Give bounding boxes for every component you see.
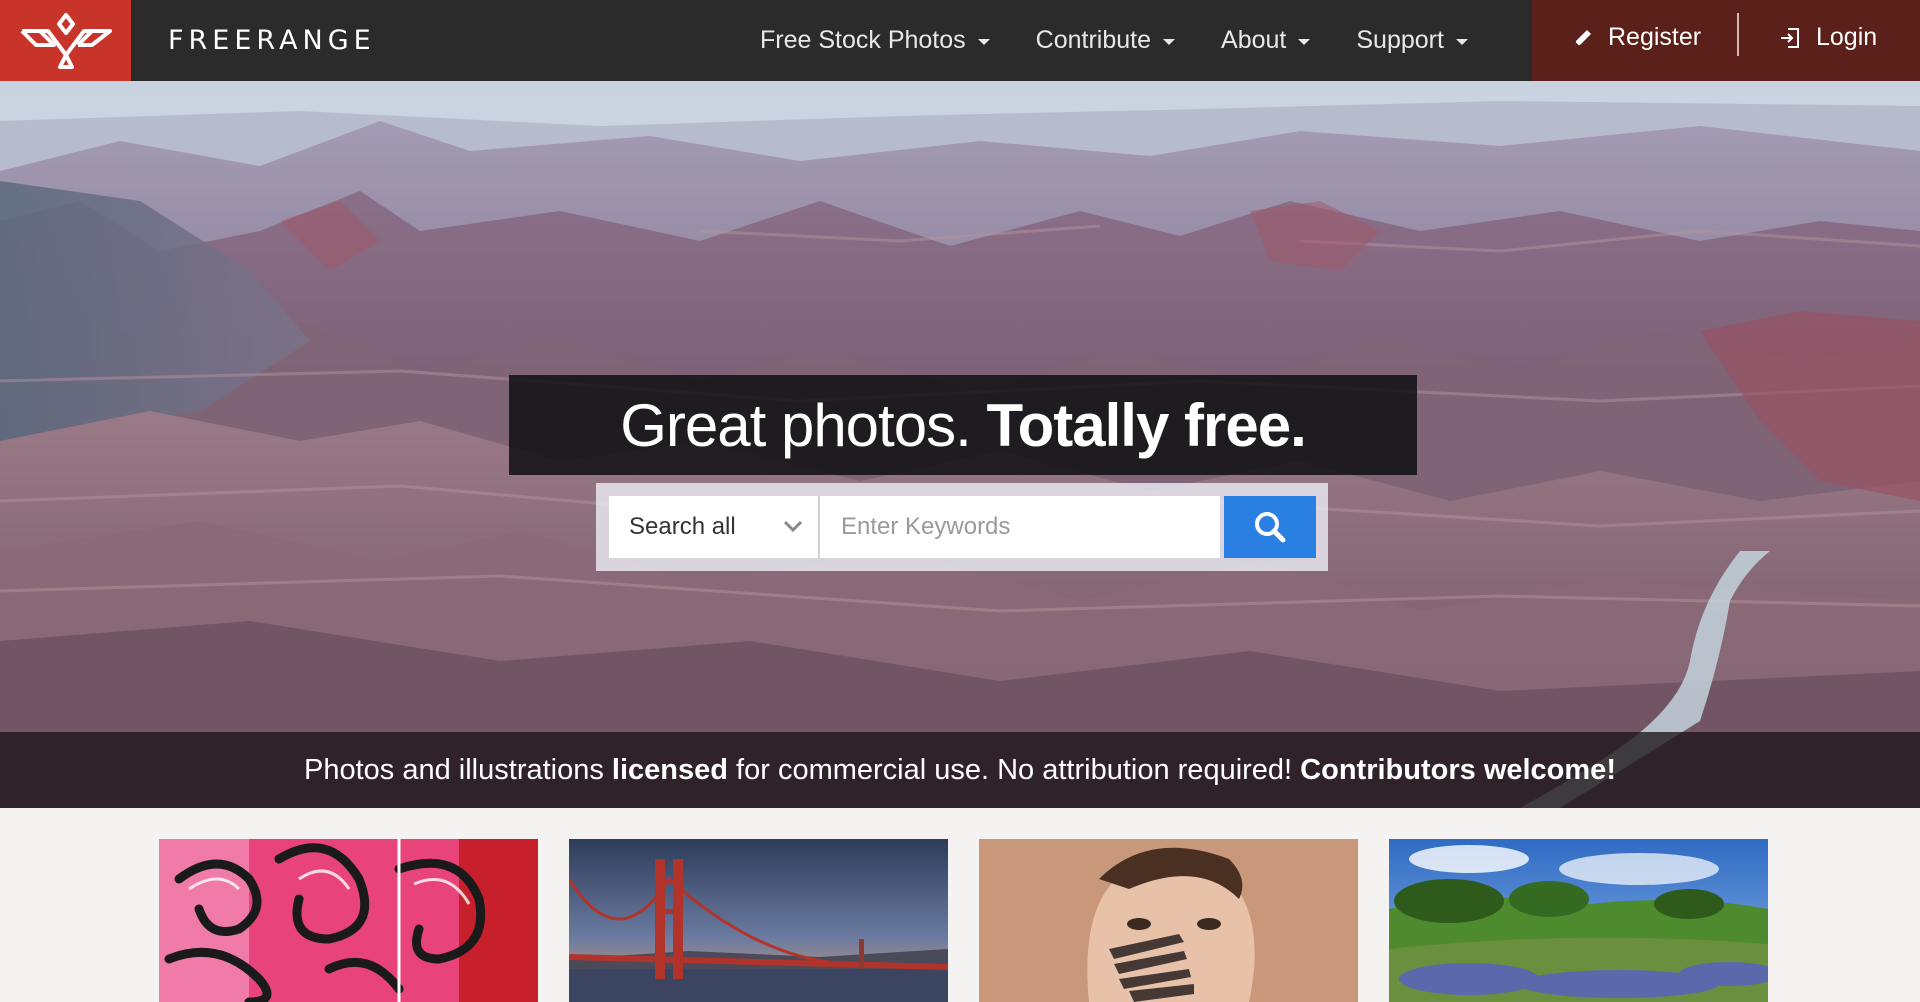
search-bar: Search all	[596, 483, 1328, 571]
logo[interactable]	[0, 0, 131, 81]
nav-support[interactable]: Support	[1356, 26, 1468, 55]
login-icon	[1781, 27, 1799, 48]
hero-headline: Great photos. Totally free.	[620, 391, 1307, 460]
caret-down-icon	[1163, 38, 1176, 45]
tagline-bold-1: licensed	[611, 753, 728, 786]
hero-banner: Great photos. Totally free. Search all P…	[0, 81, 1920, 808]
nav-contribute[interactable]: Contribute	[1035, 26, 1176, 55]
nav-about[interactable]: About	[1221, 26, 1311, 55]
nav-label: About	[1221, 26, 1287, 54]
painted-face-portrait-thumbnail[interactable]	[979, 839, 1358, 1002]
hero-tagline: Photos and illustrations licensed for co…	[0, 732, 1920, 808]
tagline-text-1: Photos and illustrations	[304, 753, 612, 786]
caret-down-icon	[1455, 38, 1468, 45]
chevron-down-icon	[783, 520, 803, 533]
brand-name[interactable]: FREERANGE	[168, 0, 376, 81]
register-link[interactable]: Register	[1572, 23, 1701, 52]
bluebonnet-meadow-thumbnail[interactable]	[1389, 839, 1768, 1002]
login-link[interactable]: Login	[1778, 23, 1877, 52]
tagline-text-2: for commercial use. No attribution requi…	[727, 753, 1301, 786]
nav-label: Free Stock Photos	[760, 26, 966, 54]
search-button[interactable]	[1224, 496, 1316, 558]
golden-gate-bridge-thumbnail[interactable]	[569, 839, 948, 1002]
search-input[interactable]	[820, 496, 1220, 558]
tagline-bold-2: Contributors welcome!	[1300, 753, 1616, 786]
headline-regular: Great photos.	[620, 391, 972, 459]
hero-headline-box: Great photos. Totally free.	[509, 375, 1417, 475]
nav-label: Support	[1356, 26, 1444, 54]
caret-down-icon	[1298, 38, 1311, 45]
auth-divider	[1737, 13, 1739, 56]
search-scope-value: Search all	[629, 513, 736, 540]
headline-bold: Totally free.	[986, 391, 1306, 459]
nav-label: Contribute	[1035, 26, 1152, 54]
nav-free-stock-photos[interactable]: Free Stock Photos	[760, 26, 990, 55]
search-scope-select[interactable]: Search all	[609, 496, 819, 558]
search-icon	[1255, 512, 1286, 543]
auth-area: Register Login	[1532, 0, 1920, 81]
top-navbar: FREERANGE Free Stock Photos Contribute A…	[0, 0, 1920, 81]
main-nav: Free Stock Photos Contribute About Suppo…	[760, 0, 1514, 81]
register-label: Register	[1608, 23, 1702, 51]
freerange-logo-icon	[20, 12, 112, 69]
login-label: Login	[1816, 23, 1878, 51]
caret-down-icon	[977, 38, 990, 45]
pencil-icon	[1575, 29, 1591, 46]
featured-photos	[0, 808, 1920, 1002]
graffiti-thumbnail[interactable]	[159, 839, 538, 1002]
